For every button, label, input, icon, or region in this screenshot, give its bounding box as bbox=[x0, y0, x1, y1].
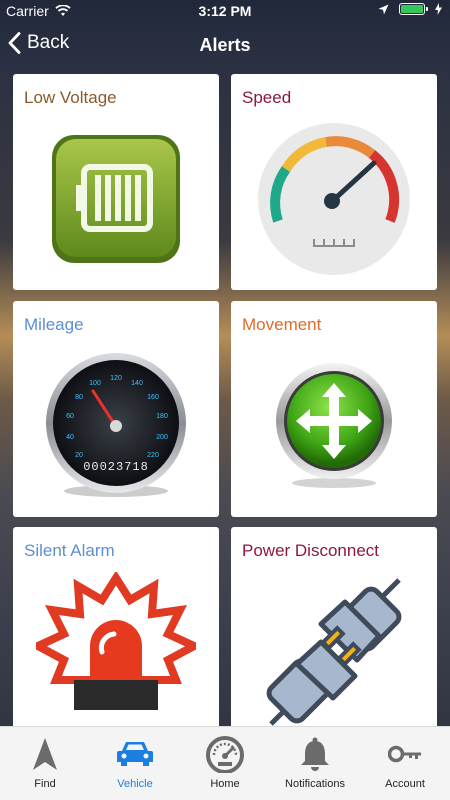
odometer-tick-label: 160 bbox=[147, 394, 159, 401]
tab-notifications[interactable]: Notifications bbox=[270, 727, 360, 800]
charging-bolt-icon bbox=[435, 3, 442, 15]
alert-card-mileage[interactable]: Mileage 20 40 60 80 100 120 140 160 180 … bbox=[13, 301, 219, 517]
tab-bar: Find Vehicle Home Notifications Account bbox=[0, 726, 450, 800]
odometer-tick-label: 100 bbox=[89, 380, 101, 387]
odometer-tick-label: 40 bbox=[66, 434, 74, 441]
tab-label: Vehicle bbox=[117, 778, 153, 790]
location-arrow-icon bbox=[378, 4, 389, 14]
tab-label: Find bbox=[34, 778, 56, 790]
odometer-tick-label: 20 bbox=[75, 452, 83, 459]
battery-icon bbox=[399, 3, 428, 15]
bell-icon bbox=[301, 737, 329, 771]
alert-label: Silent Alarm bbox=[24, 541, 115, 560]
tab-label: Home bbox=[210, 778, 240, 790]
speedometer-icon bbox=[206, 736, 244, 773]
alert-card-movement[interactable]: Movement bbox=[231, 301, 437, 517]
alert-label: Speed bbox=[242, 88, 292, 107]
tab-label: Account bbox=[385, 778, 425, 790]
tab-find[interactable]: Find bbox=[0, 727, 90, 800]
odometer-tick-label: 120 bbox=[110, 375, 122, 382]
alert-card-low-voltage[interactable]: Low Voltage bbox=[13, 74, 219, 290]
odometer-reading: 00023718 bbox=[83, 460, 149, 474]
alert-label: Low Voltage bbox=[24, 88, 117, 107]
alert-card-speed[interactable]: Speed bbox=[231, 74, 437, 290]
odometer-tick-label: 220 bbox=[147, 452, 159, 459]
odometer-tick-label: 140 bbox=[131, 380, 143, 387]
alert-label: Power Disconnect bbox=[242, 541, 380, 560]
tab-label: Notifications bbox=[285, 778, 345, 790]
plug-disconnect-icon bbox=[266, 578, 402, 726]
status-bar: Carrier 3:12 PM bbox=[0, 0, 450, 22]
odometer-icon: 20 40 60 80 100 120 140 160 180 200 220 … bbox=[46, 353, 186, 497]
odometer-tick-label: 60 bbox=[66, 413, 74, 420]
tab-vehicle[interactable]: Vehicle bbox=[90, 727, 180, 800]
speed-gauge-icon bbox=[258, 123, 410, 275]
battery-icon bbox=[52, 135, 180, 263]
key-icon bbox=[388, 745, 421, 763]
alert-card-silent-alarm[interactable]: Silent Alarm bbox=[13, 527, 219, 743]
odometer-tick-label: 180 bbox=[156, 413, 168, 420]
navigation-bar: Back Alerts bbox=[0, 22, 450, 66]
odometer-tick-label: 200 bbox=[156, 434, 168, 441]
alert-label: Movement bbox=[242, 315, 322, 334]
move-arrows-icon bbox=[276, 363, 392, 488]
page-title: Alerts bbox=[199, 35, 251, 55]
tab-home[interactable]: Home bbox=[180, 727, 270, 800]
tab-account[interactable]: Account bbox=[360, 727, 450, 800]
odometer-tick-label: 80 bbox=[75, 394, 83, 401]
alert-card-power-disconnect[interactable]: Power Disconnect bbox=[231, 527, 437, 743]
siren-icon bbox=[36, 572, 196, 710]
navigation-arrow-icon bbox=[33, 738, 57, 770]
alert-label: Mileage bbox=[24, 315, 84, 334]
car-icon bbox=[117, 742, 153, 766]
